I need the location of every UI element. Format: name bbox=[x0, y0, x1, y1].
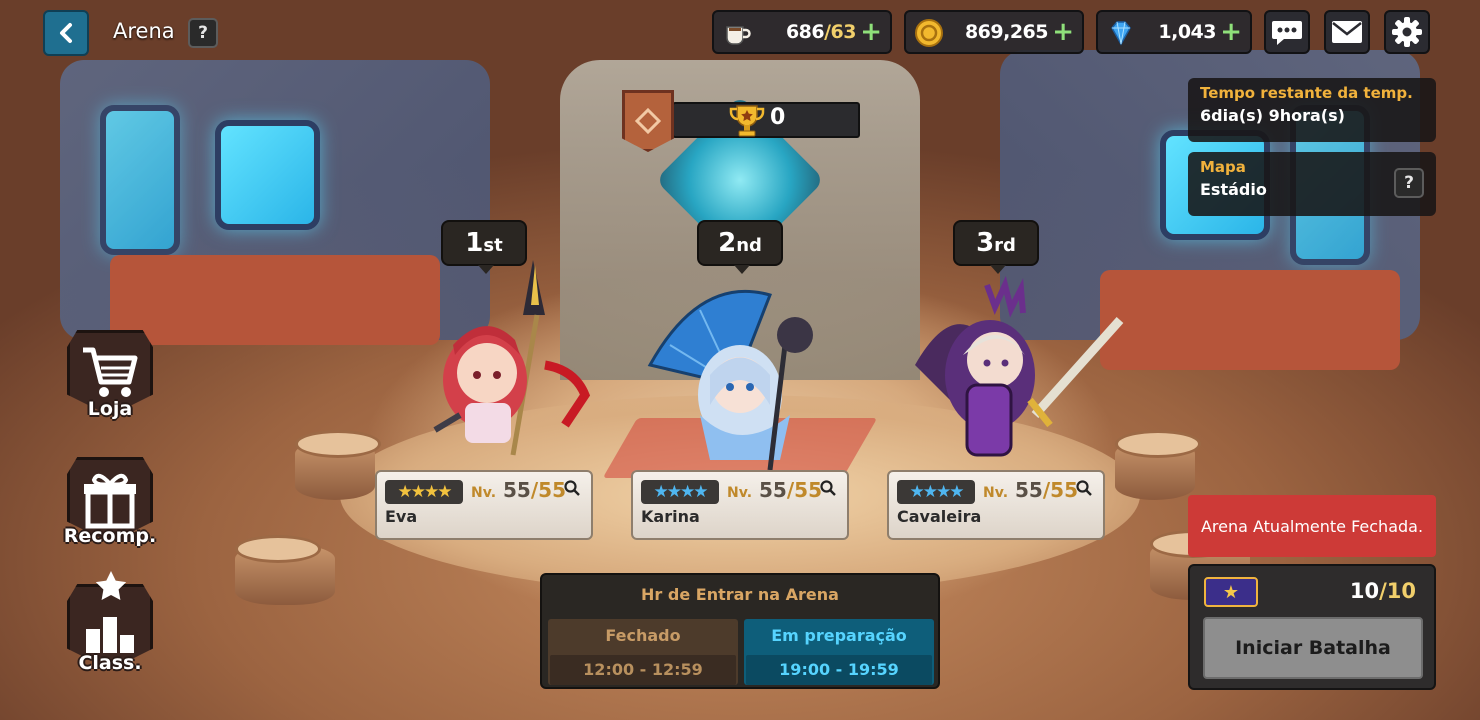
trophy-count: 0 bbox=[770, 105, 786, 130]
schedule-title: Hr de Entrar na Arena bbox=[641, 585, 839, 604]
hero-name: Karina bbox=[641, 507, 700, 526]
hero-sprite-cavaleira[interactable] bbox=[895, 275, 1135, 465]
background-screen-left bbox=[100, 105, 180, 255]
background-stool bbox=[235, 535, 335, 605]
star-rating-icon: ★★★★ bbox=[385, 480, 463, 504]
hero-level: 55 bbox=[1015, 478, 1043, 502]
gold-counter: 869,265 + bbox=[904, 10, 1084, 54]
page-title: Arena bbox=[113, 19, 175, 43]
battle-panel: ★ 10/10 Iniciar Batalha bbox=[1188, 564, 1436, 690]
slot-prep-label: Em preparação bbox=[771, 626, 907, 645]
settings-button[interactable] bbox=[1384, 10, 1430, 54]
coffee-cup-icon bbox=[722, 18, 752, 48]
shop-label: Loja bbox=[87, 398, 133, 420]
tickets-max: /10 bbox=[1379, 579, 1416, 603]
stamina-current: 686 bbox=[785, 21, 825, 43]
star-icon bbox=[95, 571, 127, 600]
rank-2-badge: 2nd bbox=[697, 220, 783, 274]
gold-value: 869,265 bbox=[964, 21, 1049, 43]
mail-icon bbox=[1332, 21, 1362, 43]
back-button[interactable] bbox=[43, 10, 89, 56]
chat-icon bbox=[1272, 21, 1302, 45]
podium-icon bbox=[86, 617, 134, 653]
hero-sprite-eva[interactable] bbox=[415, 255, 605, 470]
star-rating-icon: ★★★★ bbox=[897, 480, 975, 504]
hero-sprite-karina[interactable] bbox=[640, 285, 830, 475]
slot-closed-label: Fechado bbox=[605, 626, 681, 645]
hero-max-level: /55 bbox=[530, 478, 566, 502]
rank-badge[interactable] bbox=[622, 90, 674, 152]
add-gold-button[interactable]: + bbox=[1052, 17, 1074, 47]
star-rating-icon: ★★★★ bbox=[641, 480, 719, 504]
map-label: Mapa bbox=[1200, 158, 1246, 176]
arena-schedule-panel: Hr de Entrar na Arena Fechado 12:00 - 12… bbox=[540, 573, 940, 689]
slot-prep-time: 19:00 - 19:59 bbox=[746, 655, 932, 685]
chat-button[interactable] bbox=[1264, 10, 1310, 54]
hero-name: Cavaleira bbox=[897, 507, 982, 526]
rank-diamond-icon bbox=[635, 108, 661, 134]
add-stamina-button[interactable]: + bbox=[860, 17, 882, 47]
gem-value: 1,043 bbox=[1158, 21, 1216, 43]
schedule-slot-preparation: Em preparação 19:00 - 19:59 bbox=[744, 619, 934, 685]
tickets-current: 10 bbox=[1349, 579, 1380, 603]
search-icon[interactable] bbox=[563, 479, 581, 497]
search-icon[interactable] bbox=[819, 479, 837, 497]
hero-card-cavaleira[interactable]: ★★★★ Nv. 55/55 Cavaleira bbox=[887, 470, 1105, 540]
season-time-value: 6dia(s) 9hora(s) bbox=[1200, 106, 1345, 125]
start-battle-button[interactable]: Iniciar Batalha bbox=[1203, 617, 1423, 679]
hero-level: 55 bbox=[759, 478, 787, 502]
gold-coin-icon bbox=[914, 18, 944, 48]
stamina-max: /63 bbox=[824, 21, 856, 43]
chevron-left-icon bbox=[60, 23, 72, 43]
gear-icon bbox=[1392, 17, 1422, 47]
hero-card-eva[interactable]: ★★★★ Nv. 55/55 Eva bbox=[375, 470, 593, 540]
gem-icon bbox=[1106, 18, 1136, 48]
shopping-cart-icon bbox=[83, 347, 138, 397]
arena-ticket-icon: ★ bbox=[1204, 577, 1258, 607]
schedule-slot-closed: Fechado 12:00 - 12:59 bbox=[548, 619, 738, 685]
background-popcorn-screen bbox=[215, 120, 320, 230]
hero-max-level: /55 bbox=[1042, 478, 1078, 502]
arena-closed-banner: Arena Atualmente Fechada. bbox=[1188, 495, 1436, 557]
season-time-panel: Tempo restante da temp. 6dia(s) 9hora(s) bbox=[1188, 78, 1436, 142]
add-gem-button[interactable]: + bbox=[1220, 17, 1242, 47]
rewards-button[interactable]: Recomp. bbox=[62, 457, 158, 547]
stamina-counter: 686/63 + bbox=[712, 10, 892, 54]
season-time-label: Tempo restante da temp. bbox=[1200, 84, 1413, 102]
hero-level: 55 bbox=[503, 478, 531, 502]
hero-max-level: /55 bbox=[786, 478, 822, 502]
slot-closed-time: 12:00 - 12:59 bbox=[550, 655, 736, 685]
trophy-icon bbox=[729, 105, 765, 137]
shop-button[interactable]: Loja bbox=[62, 330, 158, 420]
background-counter-right bbox=[1100, 270, 1400, 370]
mail-button[interactable] bbox=[1324, 10, 1370, 54]
background-counter-left bbox=[110, 255, 440, 345]
trophy-bar bbox=[672, 102, 860, 138]
map-value: Estádio bbox=[1200, 180, 1267, 199]
gift-box-icon bbox=[84, 473, 136, 529]
rewards-label: Recomp. bbox=[63, 525, 157, 547]
ranking-button[interactable]: Class. bbox=[62, 571, 158, 674]
map-panel: Mapa Estádio ? bbox=[1188, 152, 1436, 216]
background-stool bbox=[295, 430, 381, 500]
rank-3-badge: 3rd bbox=[953, 220, 1039, 274]
search-icon[interactable] bbox=[1075, 479, 1093, 497]
hero-card-karina[interactable]: ★★★★ Nv. 55/55 Karina bbox=[631, 470, 849, 540]
gem-counter: 1,043 + bbox=[1096, 10, 1252, 54]
hero-name: Eva bbox=[385, 507, 418, 526]
ranking-label: Class. bbox=[78, 652, 142, 674]
arena-help-button[interactable]: ? bbox=[188, 18, 218, 48]
map-help-button[interactable]: ? bbox=[1394, 168, 1424, 198]
